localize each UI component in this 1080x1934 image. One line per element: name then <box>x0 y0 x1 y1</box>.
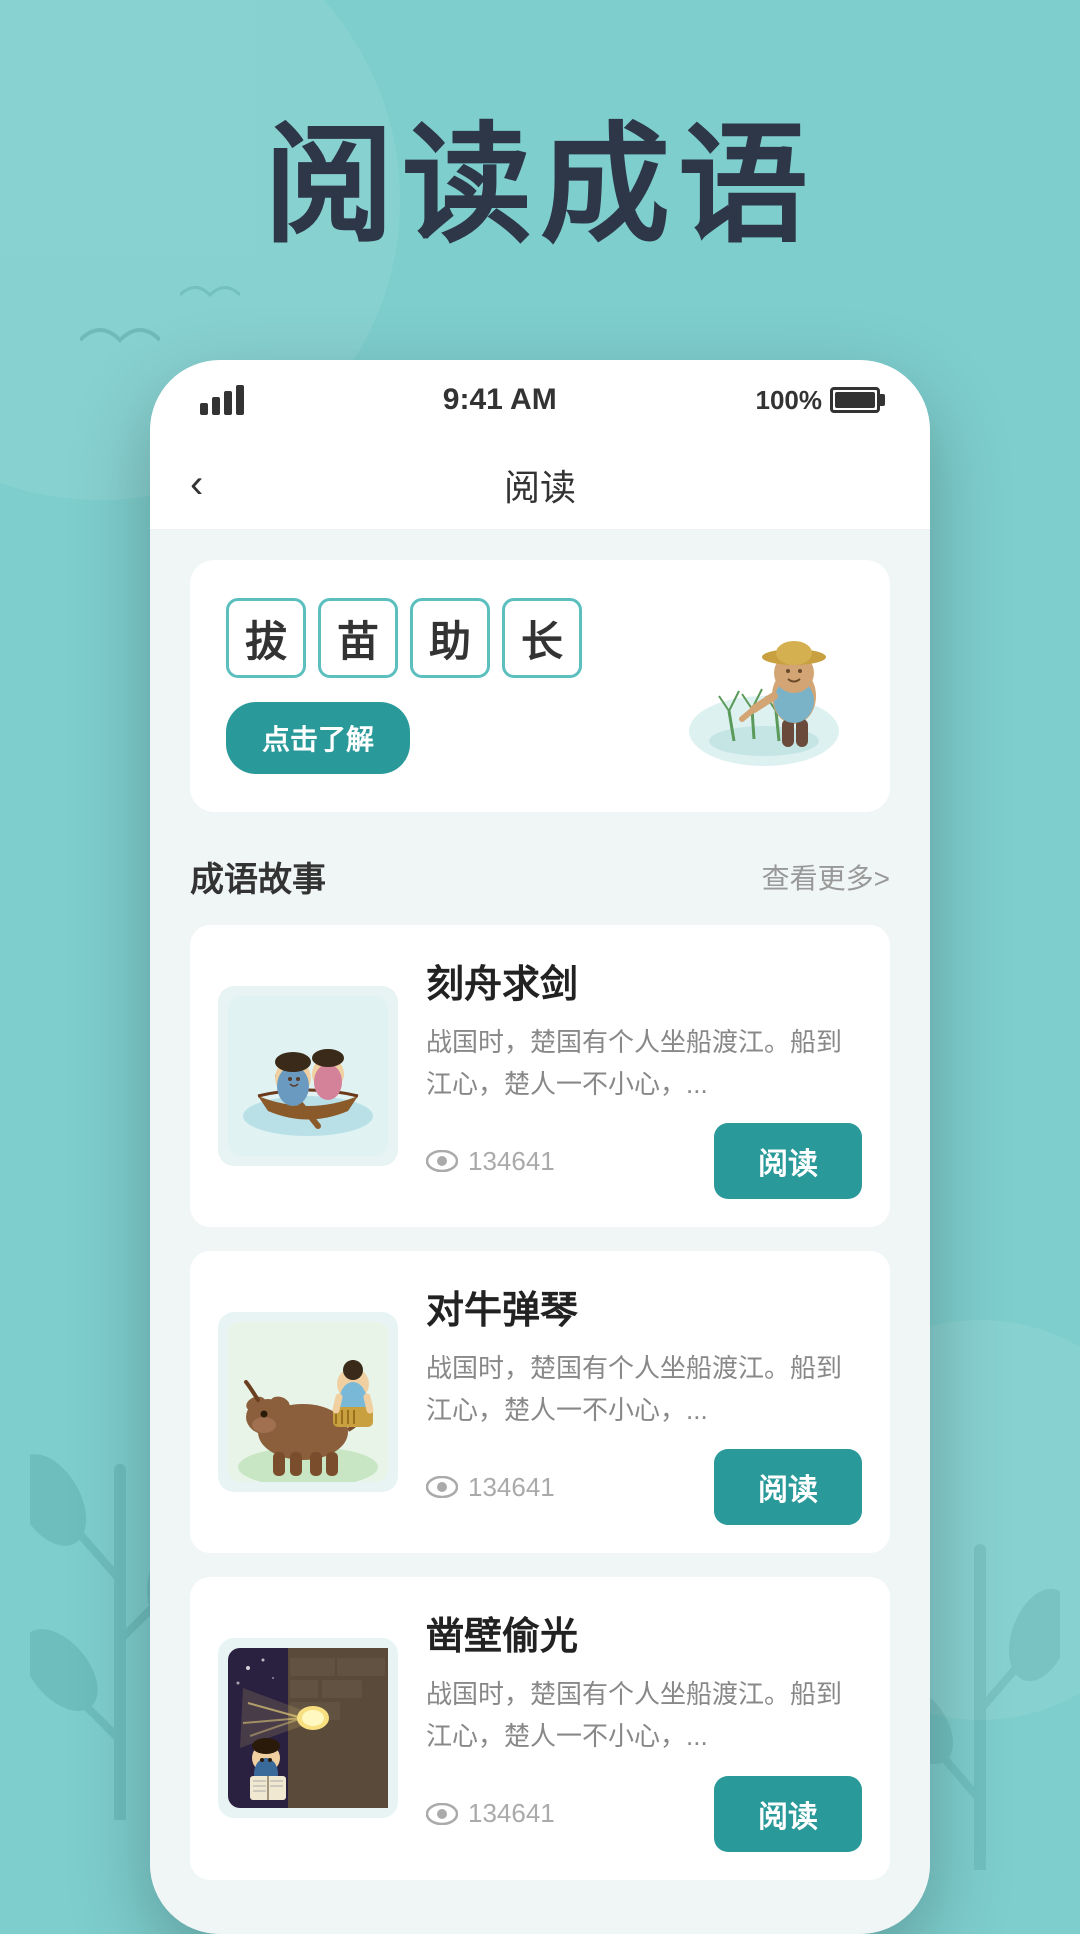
deco-bird-1 <box>80 320 160 360</box>
story-info-2: 凿壁偷光 战国时，楚国有个人坐船渡江。船到江心，楚人一不小心，... 13464… <box>426 1605 862 1851</box>
story-title-1: 对牛弹琴 <box>426 1279 862 1334</box>
story-illus-wall <box>228 1648 388 1808</box>
signal-bar-1 <box>200 403 208 415</box>
featured-illustration <box>654 596 854 776</box>
signal-bar-4 <box>236 385 244 415</box>
eye-icon-2 <box>426 1803 458 1825</box>
eye-icon-0 <box>426 1150 458 1172</box>
view-count-0: 134641 <box>426 1146 555 1177</box>
story-footer-2: 134641 阅读 <box>426 1776 862 1852</box>
story-title-0: 刻舟求剑 <box>426 953 862 1008</box>
deco-bird-2 <box>180 280 240 310</box>
signal-icon <box>200 385 244 415</box>
char-box-2: 苗 <box>318 598 398 678</box>
story-desc-1: 战国时，楚国有个人坐船渡江。船到江心，楚人一不小心，... <box>426 1348 862 1431</box>
status-time: 9:41 AM <box>443 383 557 417</box>
char-box-3: 助 <box>410 598 490 678</box>
story-image-2 <box>218 1638 398 1818</box>
view-count-2: 134641 <box>426 1798 555 1829</box>
featured-left: 拔 苗 助 长 点击了解 <box>226 598 654 774</box>
story-image-0 <box>218 986 398 1166</box>
signal-bar-3 <box>224 391 232 415</box>
story-footer-0: 134641 阅读 <box>426 1123 862 1199</box>
story-image-1 <box>218 1312 398 1492</box>
story-info-0: 刻舟求剑 战国时，楚国有个人坐船渡江。船到江心，楚人一不小心，... 13464… <box>426 953 862 1199</box>
story-card-1: 对牛弹琴 战国时，楚国有个人坐船渡江。船到江心，楚人一不小心，... 13464… <box>190 1251 890 1553</box>
chengyu-chars: 拔 苗 助 长 <box>226 598 654 678</box>
view-number-1: 134641 <box>468 1472 555 1503</box>
battery-percent: 100% <box>755 385 822 416</box>
farmer-svg <box>664 601 844 771</box>
featured-card: 拔 苗 助 长 点击了解 <box>190 560 890 812</box>
eye-icon-1 <box>426 1476 458 1498</box>
hero-title: 阅读成语 <box>0 80 1080 268</box>
story-desc-2: 战国时，楚国有个人坐船渡江。船到江心，楚人一不小心，... <box>426 1674 862 1757</box>
nav-title: 阅读 <box>504 459 576 511</box>
read-button-0[interactable]: 阅读 <box>714 1123 862 1199</box>
section-title: 成语故事 <box>190 852 326 901</box>
story-footer-1: 134641 阅读 <box>426 1449 862 1525</box>
phone-frame: 9:41 AM 100% ‹ 阅读 拔 苗 助 长 点击了解 <box>150 360 930 1934</box>
story-desc-0: 战国时，楚国有个人坐船渡江。船到江心，楚人一不小心，... <box>426 1022 862 1105</box>
story-card-0: 刻舟求剑 战国时，楚国有个人坐船渡江。船到江心，楚人一不小心，... 13464… <box>190 925 890 1227</box>
story-info-1: 对牛弹琴 战国时，楚国有个人坐船渡江。船到江心，楚人一不小心，... 13464… <box>426 1279 862 1525</box>
view-number-0: 134641 <box>468 1146 555 1177</box>
status-bar: 9:41 AM 100% <box>150 360 930 440</box>
story-illus-boat <box>228 996 388 1156</box>
battery-icon <box>830 387 880 413</box>
nav-bar: ‹ 阅读 <box>150 440 930 530</box>
back-button[interactable]: ‹ <box>190 462 203 507</box>
view-number-2: 134641 <box>468 1798 555 1829</box>
story-card-2: 凿壁偷光 战国时，楚国有个人坐船渡江。船到江心，楚人一不小心，... 13464… <box>190 1577 890 1879</box>
battery-fill <box>835 392 875 408</box>
story-illus-cow <box>228 1322 388 1482</box>
learn-button[interactable]: 点击了解 <box>226 702 410 774</box>
read-button-1[interactable]: 阅读 <box>714 1449 862 1525</box>
story-title-2: 凿壁偷光 <box>426 1605 862 1660</box>
signal-bar-2 <box>212 397 220 415</box>
char-box-1: 拔 <box>226 598 306 678</box>
read-button-2[interactable]: 阅读 <box>714 1776 862 1852</box>
content-area: 拔 苗 助 长 点击了解 <box>150 530 930 1934</box>
char-box-4: 长 <box>502 598 582 678</box>
battery-area: 100% <box>755 385 880 416</box>
view-count-1: 134641 <box>426 1472 555 1503</box>
see-more-button[interactable]: 查看更多> <box>762 857 890 897</box>
section-header: 成语故事 查看更多> <box>190 852 890 901</box>
